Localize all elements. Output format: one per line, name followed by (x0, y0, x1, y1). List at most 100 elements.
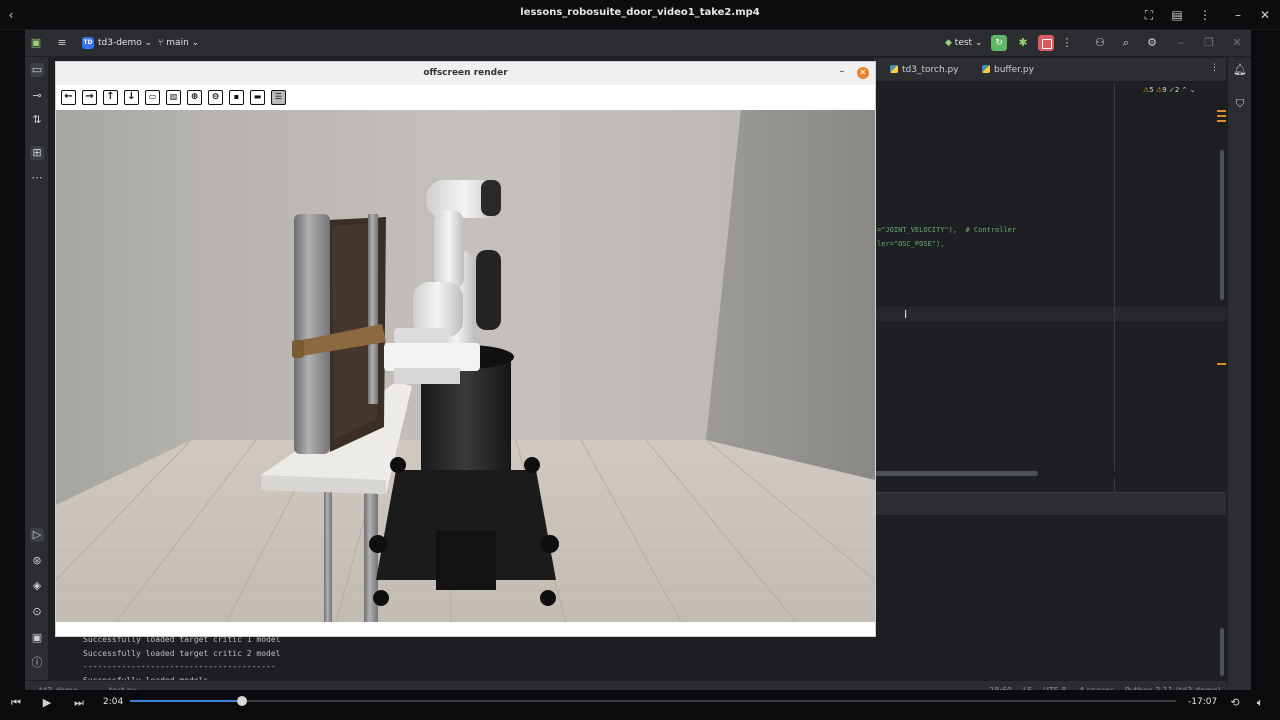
tabs-menu-icon[interactable]: ⋮ (1210, 63, 1219, 73)
console-line: ---------------------------------------- (83, 662, 276, 671)
render-close-icon[interactable]: ✕ (857, 67, 869, 79)
run-tool-icon[interactable]: ▷ (30, 528, 44, 542)
typos-count: 2 (1174, 86, 1180, 94)
more-tools-icon[interactable]: ⋯ (30, 171, 44, 185)
progress-fill (130, 700, 242, 702)
left-tool-strip: ▭ ⊸ ⇅ ⊞ ⋯ ▷ ⊛ ◈ ⊙ ▣ ⓘ ⑂ (25, 57, 49, 702)
marker-line (1217, 115, 1226, 117)
right-tool-strip: 🔔︎ ⛉ (1227, 57, 1251, 702)
debug-icon[interactable]: ✱ (1016, 36, 1030, 50)
console-line: Successfully loaded target critic 1 mode… (83, 635, 281, 644)
progress-track[interactable] (130, 700, 1176, 702)
editor-divider (1114, 83, 1115, 503)
python-file-icon (982, 65, 990, 73)
tab-td3-torch[interactable]: td3_torch.py (890, 65, 959, 75)
progress-handle[interactable] (237, 696, 247, 706)
fit-icon[interactable]: ▭ (145, 90, 160, 105)
settings-icon[interactable]: ☰ (271, 90, 286, 105)
more-icon[interactable]: ⋮ (1197, 7, 1213, 23)
project-name: td3-demo (98, 38, 142, 48)
editor-vertical-scrollbar[interactable] (1220, 150, 1224, 300)
arrow-left-icon[interactable]: ← (61, 90, 76, 105)
arrow-up-icon[interactable]: ↑ (103, 90, 118, 105)
player-controls-bar (0, 690, 1280, 720)
ide-titlebar: ▣ ≡ TD td3-demo ⌄ ⑂ main ⌄ ◆ test ⌄ ↻ ✱ … (25, 30, 1251, 57)
tab-label: td3_torch.py (902, 65, 959, 75)
branch-selector[interactable]: ⑂ main ⌄ (158, 38, 199, 48)
editor-horizontal-scrollbar[interactable] (875, 471, 1038, 476)
code-line: ="JOINT_VELOCITY"), # Controller (877, 226, 1016, 234)
commit-icon[interactable]: ⊸ (30, 89, 44, 103)
loop-icon[interactable]: ⟲ (1226, 695, 1244, 711)
play-icon[interactable]: ▶ (38, 695, 56, 711)
next-highlight-icon[interactable]: ⌄ (1190, 86, 1196, 94)
branch-icon: ⑂ (158, 38, 164, 48)
settings-gear-icon[interactable]: ⚙ (1145, 36, 1159, 50)
notifications-icon[interactable]: 🔔︎ (1233, 63, 1247, 77)
console-line: Successfully loaded target critic 2 mode… (83, 649, 281, 658)
window-close-icon[interactable]: ✕ (1230, 36, 1244, 50)
inspection-widget[interactable]: ⚠5 ⚠9 ✓2 ⌃ ⌄ (1143, 86, 1196, 94)
marker-line (1217, 363, 1226, 365)
player-top-bar: ‹ lessons_robosuite_door_video1_take2.mp… (0, 0, 1280, 30)
terminal-icon[interactable]: ▣ (30, 631, 44, 645)
app-logo-icon: ▣ (30, 36, 42, 49)
fullscreen-icon[interactable]: ⛶ (1141, 7, 1157, 23)
python-console-icon[interactable]: ⊛ (30, 554, 44, 568)
window-restore-icon[interactable]: ❐ (1202, 36, 1216, 50)
marker-line (1217, 120, 1226, 122)
minimize-icon[interactable]: – (1230, 7, 1246, 23)
code-text: ler="OSC_POSE"), (877, 240, 945, 248)
project-selector[interactable]: td3-demo ⌄ (98, 38, 152, 48)
save-icon[interactable]: ▪ (229, 90, 244, 105)
render-minimize-icon[interactable]: – (836, 66, 848, 78)
weak-count: 9 (1162, 86, 1167, 94)
render-titlebar: offscreen render – ✕ (56, 62, 875, 85)
code-text: ="JOINT_VELOCITY"), # Controller (877, 226, 1017, 234)
zoom-in-icon[interactable]: ⊕ (187, 90, 202, 105)
subtitles-icon[interactable]: ▤ (1169, 7, 1185, 23)
code-editor[interactable] (874, 83, 1226, 503)
arrow-right-icon[interactable]: → (82, 90, 97, 105)
console-scrollbar[interactable] (1220, 628, 1224, 676)
volume-icon[interactable]: 🔈︎ (1251, 695, 1269, 711)
rerun-button[interactable]: ↻ (991, 35, 1007, 51)
layers-icon[interactable]: ◈ (30, 579, 44, 593)
chevron-down-icon: ⌄ (144, 38, 153, 48)
window-icon[interactable]: ▬ (250, 90, 265, 105)
project-badge: TD (82, 37, 94, 49)
prev-highlight-icon[interactable]: ⌃ (1182, 86, 1188, 94)
more-actions-icon[interactable]: ⋮ (1060, 36, 1074, 50)
chevron-down-icon: ⌄ (191, 38, 200, 48)
marker-line (1217, 110, 1226, 112)
render-viewport[interactable] (56, 110, 875, 622)
python-file-icon (890, 65, 898, 73)
warnings-count: 5 (1149, 86, 1154, 94)
skip-forward-icon[interactable]: ⏭ (70, 695, 88, 711)
account-icon[interactable]: ⚇ (1093, 36, 1107, 50)
code-line: ler="OSC_POSE"), (877, 240, 944, 248)
zoom-out-icon[interactable]: ⊖ (208, 90, 223, 105)
services-icon[interactable]: ⊙ (30, 605, 44, 619)
shield-icon[interactable]: ⛉ (1233, 97, 1247, 111)
robot-scene-image (56, 110, 875, 622)
project-tool-icon[interactable]: ▭ (30, 63, 44, 77)
structure-icon[interactable]: ⊞ (30, 146, 44, 160)
problems-icon[interactable]: ⓘ (30, 656, 44, 670)
config-icon: ◆ (945, 38, 952, 48)
window-minimize-icon[interactable]: – (1174, 36, 1188, 50)
tab-buffer[interactable]: buffer.py (982, 65, 1034, 75)
main-menu-icon[interactable]: ≡ (55, 36, 69, 50)
run-config-selector[interactable]: ◆ test ⌄ (945, 38, 983, 48)
close-icon[interactable]: ✕ (1257, 7, 1273, 23)
render-toolbar: ← → ↑ ↓ ▭ ▨ ⊕ ⊖ ▪ ▬ ☰ (56, 85, 875, 110)
image-icon[interactable]: ▨ (166, 90, 181, 105)
pull-requests-icon[interactable]: ⇅ (30, 113, 44, 127)
skip-back-icon[interactable]: ⏮ (7, 695, 25, 711)
editor-tabs: td3_torch.py buffer.py ⋮ (874, 58, 1226, 82)
arrow-down-icon[interactable]: ↓ (124, 90, 139, 105)
time-remaining: -17:07 (1188, 697, 1218, 707)
stop-button[interactable] (1038, 35, 1054, 51)
render-window-title: offscreen render (423, 68, 508, 78)
search-icon[interactable]: ⌕ (1119, 36, 1133, 50)
